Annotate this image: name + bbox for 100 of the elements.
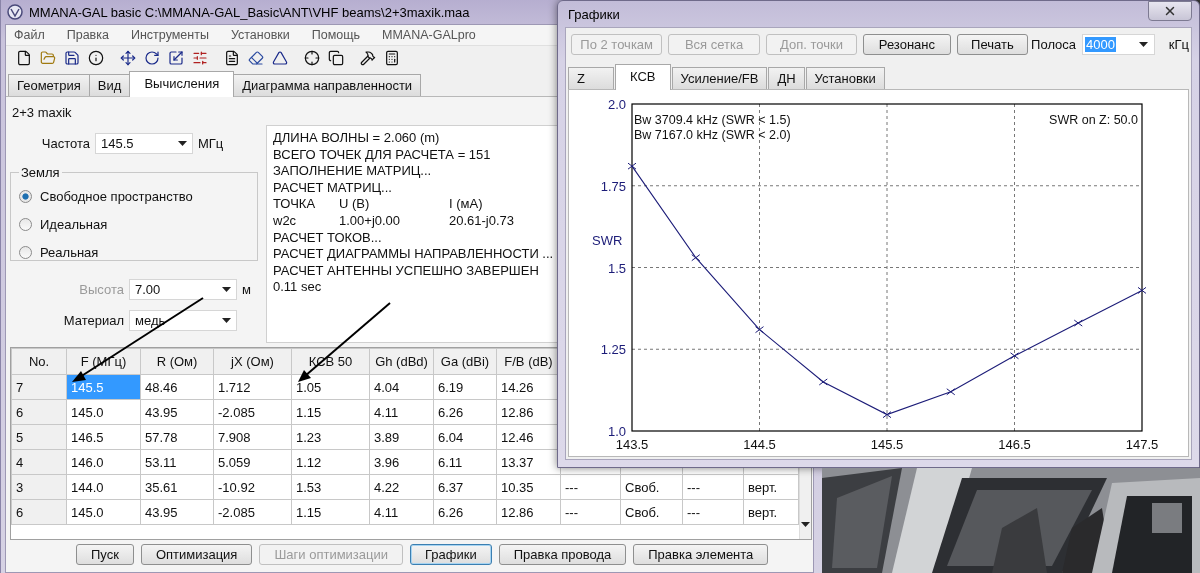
antenna-name: 2+3 maxik <box>11 105 72 122</box>
material-field[interactable]: медь <box>129 309 237 331</box>
menu-item[interactable]: Правка <box>66 28 109 42</box>
radio-button[interactable] <box>19 245 32 259</box>
table-cell[interactable]: 7.908 <box>213 424 292 450</box>
radio-label: Свободное пространство <box>40 188 193 204</box>
column-header[interactable]: Gh (dBd) <box>369 348 434 375</box>
tab[interactable]: Геометрия <box>8 74 90 96</box>
calculator-icon[interactable] <box>384 50 400 66</box>
toolbar-button[interactable]: Резонанс <box>863 33 951 55</box>
action-button[interactable]: Правка элемента <box>633 544 769 565</box>
unit-label: м <box>242 281 251 297</box>
table-cell[interactable]: 5.059 <box>213 449 292 475</box>
table-cell[interactable]: 1.15 <box>291 499 370 525</box>
axis-tick-label: 1.25 <box>600 342 626 358</box>
menu-item[interactable]: MMANA-GALpro <box>382 28 476 42</box>
table-cell[interactable]: 6 <box>11 499 67 525</box>
tab[interactable]: Усиление/FB <box>671 67 768 89</box>
column-header[interactable]: Ga (dBi) <box>433 348 497 375</box>
bandwidth-note: Bw 7167.0 kHz (SWR < 2.0) <box>634 128 791 142</box>
table-cell[interactable]: 6 <box>11 399 67 425</box>
toolbar-button[interactable]: Печать <box>956 33 1029 55</box>
document-icon[interactable] <box>224 50 240 66</box>
menu-item[interactable]: Инструменты <box>130 28 209 42</box>
close-button[interactable] <box>1148 1 1192 21</box>
menu-item[interactable]: Помощь <box>311 28 361 42</box>
table-cell[interactable]: -10.92 <box>213 474 292 500</box>
tab[interactable]: КСВ <box>615 64 671 90</box>
table-cell[interactable]: 3 <box>11 474 67 500</box>
column-header[interactable]: No. <box>11 348 67 375</box>
column-header[interactable]: R (Ом) <box>140 348 214 375</box>
point-marker <box>1073 319 1083 327</box>
point-marker <box>755 326 764 334</box>
tab[interactable]: Вычисления <box>129 71 235 97</box>
table-cell[interactable]: -2.085 <box>213 399 292 425</box>
new-file-icon[interactable] <box>16 50 32 66</box>
sliders-icon[interactable] <box>192 50 208 66</box>
tab[interactable]: Вид <box>88 74 131 96</box>
caret-icon <box>222 317 231 323</box>
menu-item[interactable]: Файл <box>14 28 45 42</box>
tab[interactable]: Z <box>568 67 614 89</box>
table-cell[interactable]: 1.23 <box>291 424 370 450</box>
move-icon[interactable] <box>120 50 136 66</box>
eraser-icon[interactable] <box>248 50 264 66</box>
point-marker <box>1137 286 1147 294</box>
caret-icon <box>222 286 231 292</box>
triangle-icon[interactable] <box>272 50 288 66</box>
tab[interactable]: Диаграмма направленности <box>233 74 422 96</box>
table-cell[interactable]: 4 <box>11 449 67 475</box>
log-line: РАСЧЕТ ТОКОВ... <box>273 229 382 247</box>
field-label: Материал <box>62 312 124 328</box>
axis-title: SWR <box>592 233 623 248</box>
axis-tick-label: 145.5 <box>870 437 904 452</box>
log-cell: I (мА) <box>449 196 483 213</box>
radio-label: Идеальная <box>40 216 108 232</box>
field-label: Высота <box>78 281 124 297</box>
info-icon[interactable] <box>88 50 104 66</box>
point-marker <box>1010 352 1019 360</box>
tab[interactable]: ДН <box>768 67 805 89</box>
impedance-note: SWR on Z: 50.0 <box>1049 113 1138 127</box>
table-cell[interactable]: 1.712 <box>213 374 292 400</box>
axis-tick-label: 146.5 <box>998 437 1031 452</box>
action-button[interactable]: Графики <box>410 544 492 565</box>
action-button[interactable]: Пуск <box>76 544 134 565</box>
action-button[interactable]: Правка провода <box>498 544 627 565</box>
bandwidth-note: Bw 3709.4 kHz (SWR < 1.5) <box>634 113 791 127</box>
unit-label: кГц <box>1168 36 1189 52</box>
log-line: РАСЧЕТ ДИАГРАММЫ НАПРАВЛЕННОСТИ ... <box>273 246 554 263</box>
column-header[interactable]: jX (Ом) <box>213 348 292 375</box>
hammer-icon[interactable] <box>360 50 376 66</box>
tab[interactable]: Установки <box>805 67 885 89</box>
frequency-field[interactable]: 145.5 <box>95 132 193 154</box>
table-cell[interactable]: 1.15 <box>291 399 370 425</box>
table-cell[interactable]: 5 <box>11 424 67 450</box>
menu-item[interactable]: Установки <box>230 28 290 42</box>
copy-icon[interactable] <box>328 50 344 66</box>
crosshair-icon[interactable] <box>304 50 320 66</box>
unit-label: МГц <box>198 135 224 151</box>
radio-button[interactable] <box>19 217 32 231</box>
axis-tick-label: 1.5 <box>607 260 626 276</box>
point-marker <box>946 388 956 396</box>
axis-tick-label: 2.0 <box>607 97 626 112</box>
scale-icon[interactable] <box>168 50 184 66</box>
axis-tick-label: 143.5 <box>615 437 649 452</box>
table-cell[interactable]: -2.085 <box>213 499 292 525</box>
folder-icon[interactable] <box>40 50 56 66</box>
caret-icon <box>1138 41 1148 47</box>
save-icon[interactable] <box>64 50 80 66</box>
table-cell[interactable]: 1.12 <box>291 449 370 475</box>
table-cell[interactable]: 1.53 <box>291 474 370 500</box>
table-cell[interactable]: 7 <box>11 374 67 400</box>
close-icon <box>1163 4 1177 18</box>
log-cell-text: 1.00+j0.00 <box>339 212 402 230</box>
axis-tick-label: 1.75 <box>600 178 626 194</box>
axis-tick-label: 144.5 <box>743 437 776 452</box>
field-label: Частота <box>40 135 90 151</box>
radio-button[interactable] <box>19 189 32 203</box>
rotate-icon[interactable] <box>144 50 160 66</box>
log-line: 0.11 sec <box>273 279 322 296</box>
action-button[interactable]: Оптимизация <box>140 544 253 565</box>
